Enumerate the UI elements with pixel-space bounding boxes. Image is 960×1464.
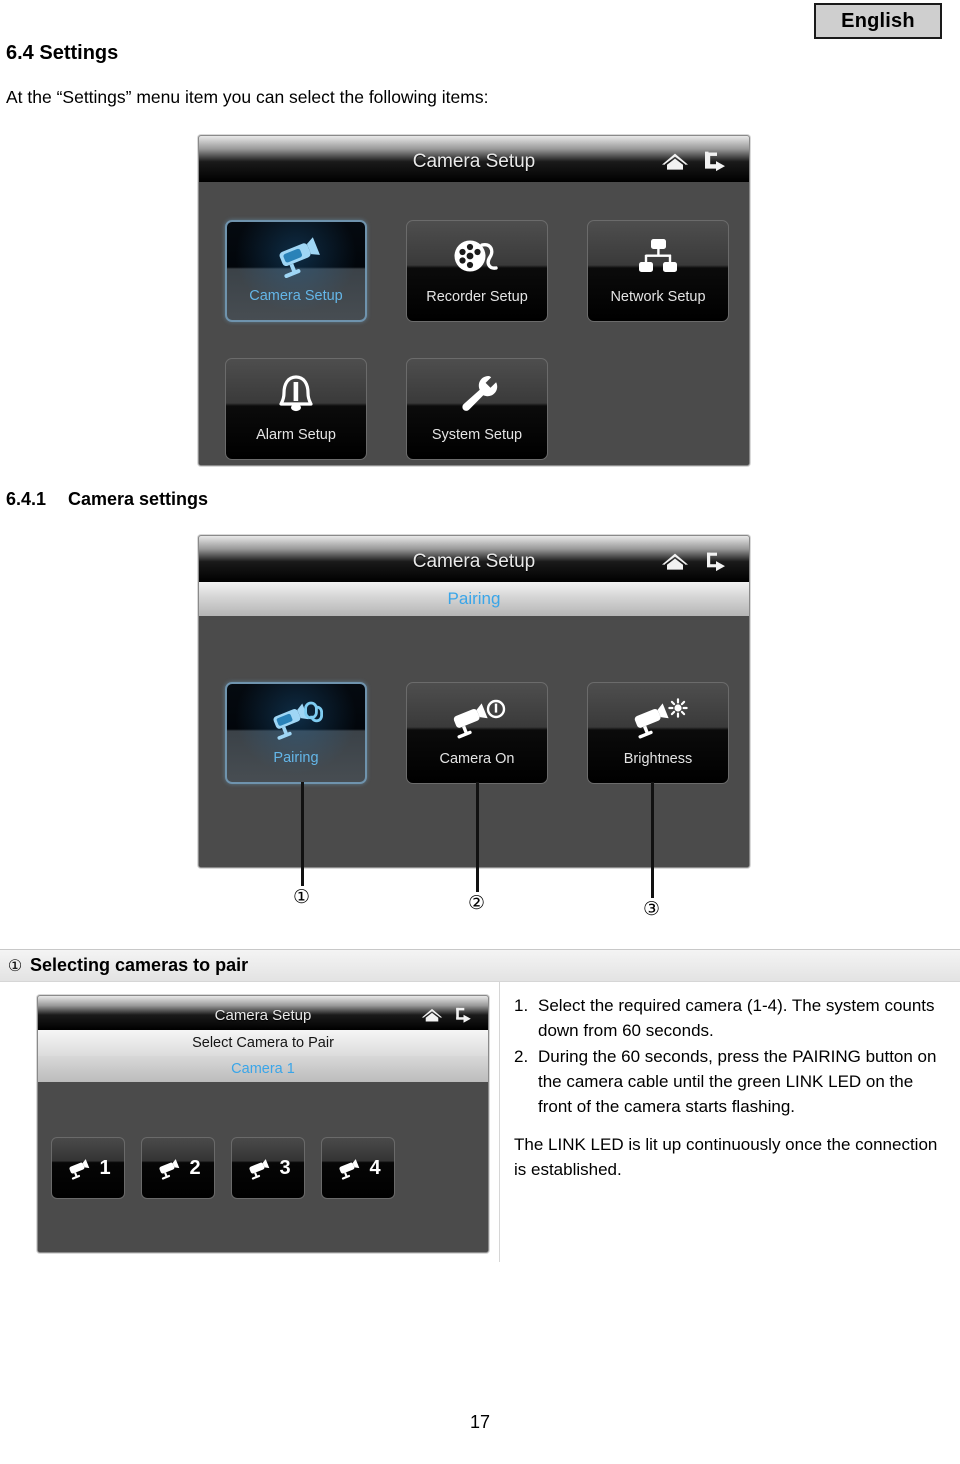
screen3-selected-camera-bar: Camera 1 <box>38 1056 488 1082</box>
tile-camera-on-label: Camera On <box>439 751 515 767</box>
bell-icon <box>275 368 317 420</box>
network-tree-icon <box>634 230 682 282</box>
instruction-step: 2. During the 60 seconds, press the PAIR… <box>514 1045 938 1119</box>
info-box-title: Selecting cameras to pair <box>30 955 249 975</box>
camera-brightness-icon <box>627 692 689 744</box>
wrench-icon <box>455 368 499 420</box>
info-box-selecting-cameras: ① Selecting cameras to pair Camera Setup <box>0 949 960 1262</box>
tile-camera-setup[interactable]: Camera Setup <box>225 220 367 322</box>
page-number: 17 <box>469 1412 491 1432</box>
section-heading: 6.4 Settings <box>6 42 119 64</box>
tile-pairing-label: Pairing <box>273 750 319 766</box>
screen2-title: Camera Setup <box>412 551 536 572</box>
instruction-note: The LINK LED is lit up continuously once… <box>514 1135 938 1179</box>
info-box-left-cell: Camera Setup Select Camera to Pair Camer… <box>0 982 500 1262</box>
screen3-title: Camera Setup <box>214 1006 312 1024</box>
tile-recorder-setup-label: Recorder Setup <box>426 289 528 305</box>
instruction-step-text: During the 60 seconds, press the PAIRING… <box>538 1047 937 1116</box>
callout-line-2 <box>476 782 479 892</box>
home-icon[interactable] <box>421 1007 443 1023</box>
info-box-header: ① Selecting cameras to pair <box>0 950 960 982</box>
language-badge-label: English <box>841 9 915 32</box>
screen3-subtitle-bar: Select Camera to Pair <box>38 1030 488 1056</box>
screen1-titlebar: Camera Setup <box>199 136 749 182</box>
tile-camera-on[interactable]: Camera On <box>406 682 548 784</box>
screen3-subtitle: Select Camera to Pair <box>192 1035 334 1051</box>
screenshot-pairing-menu: Camera Setup Pairing Pairing Camera On B… <box>198 535 750 868</box>
instruction-step-text: Select the required camera (1-4). The sy… <box>538 996 935 1040</box>
screen2-titlebar-icons <box>661 551 729 572</box>
return-icon[interactable] <box>703 151 729 172</box>
camera-button-1-label: 1 <box>99 1156 111 1179</box>
callout-line-1 <box>301 782 304 886</box>
info-box-right-cell: 1. Select the required camera (1-4). The… <box>500 982 960 1262</box>
security-camera-icon <box>267 231 325 283</box>
tile-recorder-setup[interactable]: Recorder Setup <box>406 220 548 322</box>
instruction-step: 1. Select the required camera (1-4). The… <box>514 994 938 1043</box>
subsection-title: Camera settings <box>68 489 209 509</box>
return-icon[interactable] <box>453 1006 474 1023</box>
instruction-step-marker: 1. <box>514 996 529 1015</box>
screen3-titlebar-icons <box>421 1006 474 1023</box>
intro-paragraph: At the “Settings” menu item you can sele… <box>6 87 489 107</box>
tile-pairing[interactable]: Pairing <box>225 682 367 784</box>
tile-network-setup-label: Network Setup <box>610 289 706 305</box>
tile-alarm-setup-label: Alarm Setup <box>256 427 336 443</box>
subsection-heading: 6.4.1 Camera settings <box>6 489 208 510</box>
screen2-subtitle: Pairing <box>447 589 501 608</box>
tile-system-setup[interactable]: System Setup <box>406 358 548 460</box>
camera-button-4[interactable]: 4 <box>321 1137 395 1199</box>
camera-link-icon <box>265 693 327 745</box>
info-box-body: Camera Setup Select Camera to Pair Camer… <box>0 982 960 1262</box>
screen3-body: 1 2 3 4 <box>38 1082 488 1252</box>
camera-button-4-label: 4 <box>369 1156 381 1179</box>
camera-power-icon <box>446 692 508 744</box>
home-icon[interactable] <box>661 551 689 571</box>
info-box-callout-number: ① <box>7 957 23 975</box>
callout-number-1: ① <box>293 887 311 908</box>
screen1-title: Camera Setup <box>412 151 536 172</box>
camera-button-3-label: 3 <box>279 1156 291 1179</box>
callout-line-3 <box>651 782 654 898</box>
film-reel-icon <box>450 230 504 282</box>
screen1-titlebar-icons <box>661 151 729 172</box>
return-icon[interactable] <box>703 551 729 572</box>
screen1-body: Camera Setup Recorder Setup Network Setu… <box>199 182 749 465</box>
camera-button-3[interactable]: 3 <box>231 1137 305 1199</box>
camera-button-2-label: 2 <box>189 1156 201 1179</box>
tile-camera-setup-label: Camera Setup <box>249 288 343 304</box>
home-icon[interactable] <box>661 151 689 171</box>
tile-network-setup[interactable]: Network Setup <box>587 220 729 322</box>
screenshot-select-camera-to-pair: Camera Setup Select Camera to Pair Camer… <box>37 995 489 1253</box>
tile-brightness-label: Brightness <box>623 751 693 767</box>
callout-number-3: ③ <box>643 899 661 920</box>
language-badge: English <box>814 3 942 39</box>
tile-system-setup-label: System Setup <box>431 427 523 443</box>
camera-button-1[interactable]: 1 <box>51 1137 125 1199</box>
screenshot-camera-setup-menu: Camera Setup Camera Setup Recorder Setup… <box>198 135 750 466</box>
screen2-body: Pairing Camera On Brightness <box>199 616 749 867</box>
callout-number-2: ② <box>468 893 486 914</box>
screen2-subtitle-bar: Pairing <box>199 582 749 616</box>
camera-button-2[interactable]: 2 <box>141 1137 215 1199</box>
screen2-titlebar: Camera Setup <box>199 536 749 582</box>
screen3-titlebar: Camera Setup <box>38 996 488 1030</box>
tile-brightness[interactable]: Brightness <box>587 682 729 784</box>
screen3-selected-camera: Camera 1 <box>231 1061 295 1077</box>
tile-alarm-setup[interactable]: Alarm Setup <box>225 358 367 460</box>
subsection-number: 6.4.1 <box>6 489 47 509</box>
instruction-step-marker: 2. <box>514 1047 529 1067</box>
